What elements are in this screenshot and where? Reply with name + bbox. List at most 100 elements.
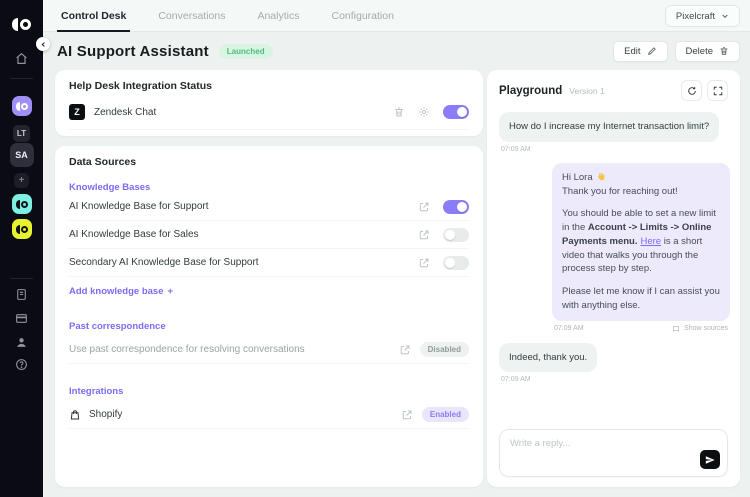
workspace-selector-label: Pixelcraft bbox=[676, 11, 715, 22]
workspace-selector[interactable]: Pixelcraft bbox=[665, 5, 740, 27]
show-sources-button[interactable]: Show sources bbox=[672, 325, 728, 333]
external-link-icon[interactable] bbox=[401, 409, 413, 421]
sources-icon bbox=[672, 325, 680, 333]
assistant-message-bubble: Hi Lora Thank you for reaching out! You … bbox=[552, 163, 730, 321]
help-icon[interactable] bbox=[15, 358, 28, 371]
sidebar: LT SA + bbox=[0, 0, 43, 497]
brand-logo-icon bbox=[16, 200, 28, 209]
page-header: AI Support Assistant Launched Edit Delet… bbox=[43, 32, 750, 70]
brand-logo-icon bbox=[16, 102, 28, 111]
user-message-bubble: How do I increase my Internet transactio… bbox=[499, 112, 719, 142]
kb-name: AI Knowledge Base for Support bbox=[69, 201, 209, 212]
add-knowledge-base-link[interactable]: Add knowledge base + bbox=[69, 286, 173, 297]
sidebar-collapse-button[interactable] bbox=[36, 37, 50, 51]
kb-row-support: AI Knowledge Base for Support bbox=[69, 193, 469, 221]
edit-button[interactable]: Edit bbox=[613, 41, 667, 62]
workspace-tile-purple[interactable] bbox=[12, 96, 32, 116]
delete-button-label: Delete bbox=[686, 46, 713, 57]
chevron-left-icon bbox=[40, 41, 47, 48]
reply-composer bbox=[499, 429, 728, 477]
send-button[interactable] bbox=[700, 450, 720, 469]
docs-icon[interactable] bbox=[15, 288, 28, 301]
main-content: Help Desk Integration Status Z Zendesk C… bbox=[55, 70, 740, 487]
playground-panel: Playground Version 1 How do I increase m… bbox=[487, 70, 740, 487]
data-sources-title: Data Sources bbox=[69, 156, 469, 168]
external-link-icon[interactable] bbox=[399, 344, 411, 356]
reply-input[interactable] bbox=[510, 438, 693, 449]
assistant-p3: Please let me know if I can assist you w… bbox=[562, 285, 720, 313]
rail-divider bbox=[10, 278, 33, 279]
assistant-message: Hi Lora Thank you for reaching out! You … bbox=[499, 163, 730, 343]
zendesk-toggle[interactable] bbox=[443, 105, 469, 119]
disabled-badge: Disabled bbox=[420, 342, 469, 357]
show-sources-label: Show sources bbox=[684, 325, 728, 332]
expand-button[interactable] bbox=[707, 80, 728, 101]
page-title: AI Support Assistant bbox=[57, 43, 209, 60]
playground-header: Playground Version 1 bbox=[499, 80, 728, 101]
top-navigation: Control Desk Conversations Analytics Con… bbox=[43, 0, 750, 32]
past-correspondence-description: Use past correspondence for resolving co… bbox=[69, 344, 305, 355]
pencil-icon bbox=[647, 46, 657, 56]
tab-configuration[interactable]: Configuration bbox=[327, 0, 397, 31]
kb-support-toggle[interactable] bbox=[443, 200, 469, 214]
kb-name: Secondary AI Knowledge Base for Support bbox=[69, 257, 259, 268]
kb-row-secondary: Secondary AI Knowledge Base for Support bbox=[69, 249, 469, 277]
refresh-button[interactable] bbox=[681, 80, 702, 101]
workspace-tile-sa-active[interactable]: SA bbox=[10, 143, 34, 167]
billing-icon[interactable] bbox=[15, 312, 28, 325]
assistant-line2: Thank you for reaching out! bbox=[562, 186, 678, 197]
app-root: LT SA + bbox=[0, 0, 750, 497]
trash-icon[interactable] bbox=[393, 106, 405, 118]
enabled-badge: Enabled bbox=[422, 407, 469, 422]
integration-row-zendesk: Z Zendesk Chat bbox=[69, 104, 469, 130]
send-icon bbox=[705, 455, 715, 465]
kb-sales-toggle[interactable] bbox=[443, 228, 469, 242]
kb-name: AI Knowledge Base for Sales bbox=[69, 229, 199, 240]
tab-conversations[interactable]: Conversations bbox=[154, 0, 229, 31]
status-badge-launched: Launched bbox=[219, 44, 273, 59]
brand-logo-icon bbox=[16, 225, 28, 234]
refresh-icon bbox=[687, 86, 697, 96]
edit-button-label: Edit bbox=[624, 46, 640, 57]
integration-name: Shopify bbox=[89, 409, 122, 420]
past-correspondence-row: Use past correspondence for resolving co… bbox=[69, 336, 469, 364]
expand-icon bbox=[713, 86, 723, 96]
playground-version: Version 1 bbox=[569, 86, 604, 96]
user-icon[interactable] bbox=[15, 336, 28, 349]
external-link-icon[interactable] bbox=[418, 229, 430, 241]
chevron-down-icon bbox=[721, 12, 729, 20]
integration-card-title: Help Desk Integration Status bbox=[69, 80, 469, 92]
zendesk-logo-icon: Z bbox=[69, 104, 85, 120]
trash-icon bbox=[719, 46, 729, 56]
workspace-tile-cyan[interactable] bbox=[12, 194, 32, 214]
delete-button[interactable]: Delete bbox=[675, 41, 740, 62]
message-timestamp: 07:09 AM bbox=[501, 376, 730, 383]
message-timestamp: 07:09 AM bbox=[554, 325, 584, 332]
external-link-icon[interactable] bbox=[418, 201, 430, 213]
add-workspace-button[interactable]: + bbox=[14, 173, 29, 188]
brand-logo bbox=[0, 18, 43, 31]
gear-icon[interactable] bbox=[418, 106, 430, 118]
knowledge-bases-heading: Knowledge Bases bbox=[69, 182, 469, 193]
kb-row-sales: AI Knowledge Base for Sales bbox=[69, 221, 469, 249]
brand-logo-icon bbox=[12, 18, 31, 31]
integrations-heading: Integrations bbox=[69, 386, 469, 397]
workspace-tile-yellow[interactable] bbox=[12, 219, 32, 239]
user-message-bubble: Indeed, thank you. bbox=[499, 343, 597, 373]
wave-emoji-icon bbox=[596, 172, 605, 181]
here-link[interactable]: Here bbox=[641, 236, 662, 247]
integration-name: Zendesk Chat bbox=[94, 107, 156, 118]
integration-row-shopify: Shopify Enabled bbox=[69, 401, 469, 429]
chat-transcript: How do I increase my Internet transactio… bbox=[499, 112, 730, 417]
workspace-tile-lt[interactable]: LT bbox=[13, 125, 30, 142]
home-icon[interactable] bbox=[15, 52, 28, 65]
shopify-icon bbox=[69, 409, 81, 421]
kb-secondary-toggle[interactable] bbox=[443, 256, 469, 270]
data-sources-card: Data Sources Knowledge Bases AI Knowledg… bbox=[55, 146, 483, 487]
greeting-text: Hi Lora bbox=[562, 172, 593, 183]
tab-control-desk[interactable]: Control Desk bbox=[57, 0, 130, 31]
message-timestamp: 07:09 AM bbox=[501, 146, 730, 153]
tab-analytics[interactable]: Analytics bbox=[253, 0, 303, 31]
external-link-icon[interactable] bbox=[418, 257, 430, 269]
integration-status-card: Help Desk Integration Status Z Zendesk C… bbox=[55, 70, 483, 136]
